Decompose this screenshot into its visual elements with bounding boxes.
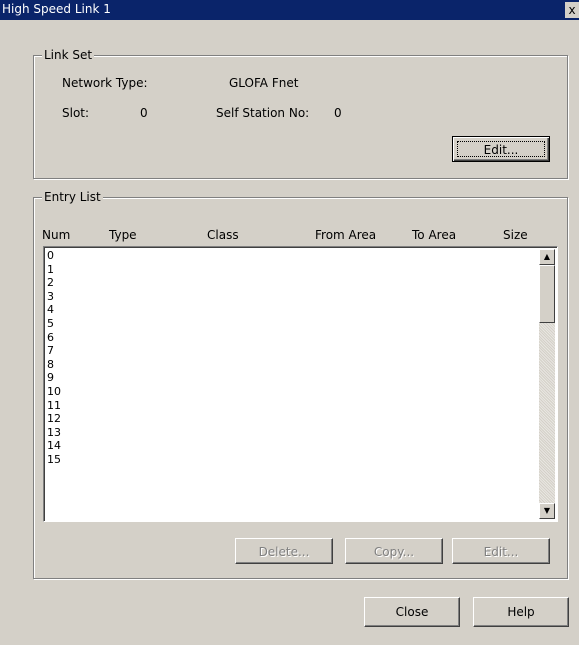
list-item[interactable]: 12 (47, 412, 537, 426)
list-item[interactable]: 4 (47, 303, 537, 317)
column-header-type: Type (109, 228, 137, 242)
slot-value: 0 (140, 106, 148, 120)
help-button[interactable]: Help (473, 597, 569, 627)
network-type-value: GLOFA Fnet (229, 76, 299, 90)
list-item[interactable]: 11 (47, 399, 537, 413)
column-header-num: Num (42, 228, 71, 242)
list-item[interactable]: 15 (47, 453, 537, 467)
copy-button[interactable]: Copy... (345, 538, 443, 564)
scroll-thumb[interactable] (539, 265, 555, 323)
close-icon[interactable]: x (565, 2, 579, 18)
list-item[interactable]: 0 (47, 249, 537, 263)
slot-label: Slot: (62, 106, 90, 120)
delete-button[interactable]: Delete... (235, 538, 333, 564)
column-header-from-area: From Area (315, 228, 377, 242)
list-item[interactable]: 3 (47, 290, 537, 304)
link-set-edit-button[interactable]: Edit... (452, 136, 550, 162)
entry-rows: 0 1 2 3 4 5 6 7 8 9 10 11 12 13 14 15 (47, 249, 537, 467)
close-button[interactable]: Close (364, 597, 460, 627)
list-item[interactable]: 1 (47, 263, 537, 277)
list-item[interactable]: 2 (47, 276, 537, 290)
list-item[interactable]: 6 (47, 331, 537, 345)
list-item[interactable]: 14 (47, 439, 537, 453)
list-item[interactable]: 13 (47, 426, 537, 440)
scroll-down-icon[interactable]: ▼ (539, 503, 555, 519)
scroll-up-icon[interactable]: ▲ (539, 249, 555, 265)
entry-listbox[interactable]: 0 1 2 3 4 5 6 7 8 9 10 11 12 13 14 15 ▲ … (43, 246, 558, 522)
entry-edit-button[interactable]: Edit... (452, 538, 550, 564)
column-header-size: Size (503, 228, 528, 242)
vertical-scrollbar[interactable]: ▲ ▼ (539, 249, 555, 519)
list-item[interactable]: 5 (47, 317, 537, 331)
column-header-class: Class (207, 228, 239, 242)
network-type-label: Network Type: (62, 76, 148, 90)
self-station-value: 0 (334, 106, 342, 120)
entry-list-title: Entry List (42, 190, 103, 204)
list-item[interactable]: 8 (47, 358, 537, 372)
list-item[interactable]: 7 (47, 344, 537, 358)
column-header-to-area: To Area (412, 228, 457, 242)
title-bar: High Speed Link 1 x (0, 0, 579, 20)
list-item[interactable]: 10 (47, 385, 537, 399)
link-set-title: Link Set (42, 48, 95, 62)
self-station-label: Self Station No: (216, 106, 310, 120)
window-title: High Speed Link 1 (2, 2, 111, 16)
list-item[interactable]: 9 (47, 371, 537, 385)
focus-rect (457, 141, 545, 157)
